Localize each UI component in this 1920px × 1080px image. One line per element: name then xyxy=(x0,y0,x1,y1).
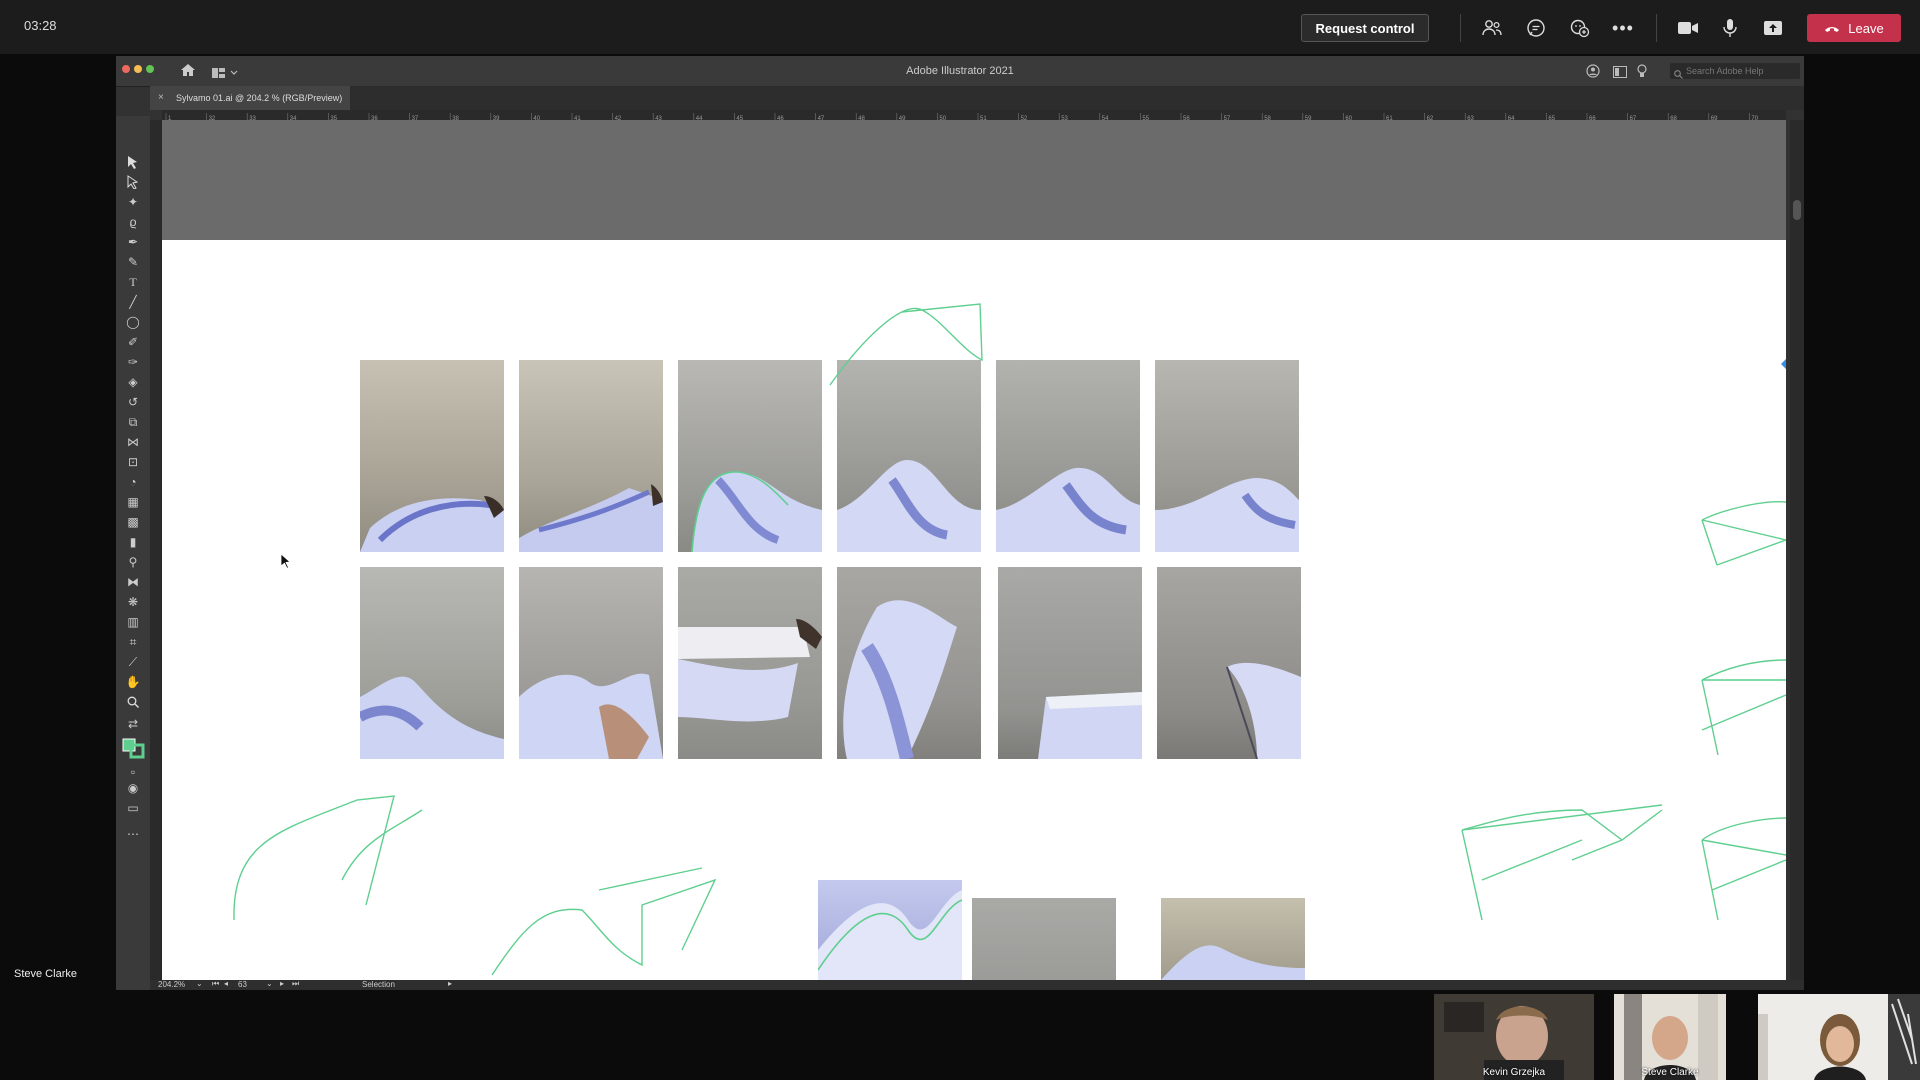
previous-artboard-icon[interactable]: ◂ xyxy=(224,979,228,988)
column-graph-tool-icon[interactable]: ▥ xyxy=(125,614,141,630)
symbol-sprayer-tool-icon[interactable]: ❋ xyxy=(125,594,141,610)
zoom-tool-icon[interactable] xyxy=(125,694,141,710)
presenter-name: Steve Clarke xyxy=(14,968,77,980)
participant-name: Steve Clarke xyxy=(1641,1067,1699,1078)
hang-up-icon xyxy=(1824,21,1840,36)
zoom-dropdown-icon[interactable]: ⌄ xyxy=(196,979,203,988)
first-artboard-icon[interactable]: ⏮ xyxy=(212,979,219,989)
reactions-icon[interactable] xyxy=(1569,17,1591,39)
share-icon[interactable] xyxy=(1762,17,1784,39)
participant-video xyxy=(1758,994,1920,1080)
hand-tool-icon[interactable]: ✋ xyxy=(125,674,141,690)
next-artboard-icon[interactable]: ▸ xyxy=(280,979,284,988)
participant-tile[interactable]: Kevin Grzejka xyxy=(1434,994,1594,1080)
vertical-scrollbar[interactable] xyxy=(1790,120,1804,980)
tools-panel: ✦ ϱ ✒ ✎ T ╱ ◯ ✐ ✑ ◈ ↺ ⧉ ⋈ ⊡ ◔ ▦ ▩ ▮ ⚲ ⧓ … xyxy=(116,116,150,990)
shaper-tool-icon[interactable]: ✑ xyxy=(125,354,141,370)
people-icon[interactable] xyxy=(1481,17,1503,39)
search-icon xyxy=(1674,66,1683,84)
scale-tool-icon[interactable]: ⧉ xyxy=(125,414,141,430)
direct-selection-tool-icon[interactable] xyxy=(125,174,141,190)
toolbar-divider xyxy=(1656,14,1657,42)
close-tab-icon[interactable]: × xyxy=(158,92,164,103)
status-tool-label: Selection xyxy=(362,980,395,989)
ellipse-tool-icon[interactable]: ◯ xyxy=(125,314,141,330)
shape-builder-tool-icon[interactable]: ◔ xyxy=(125,474,141,490)
search-help-input[interactable]: Search Adobe Help xyxy=(1670,63,1800,79)
eyedropper-tool-icon[interactable]: ⚲ xyxy=(125,554,141,570)
screen-mode-icon[interactable]: ▭ xyxy=(125,800,141,816)
zoom-level[interactable]: 204.2% xyxy=(158,980,185,989)
line-tool-icon[interactable]: ╱ xyxy=(125,294,141,310)
gradient-tool-icon[interactable]: ▮ xyxy=(125,534,141,550)
status-menu-icon[interactable]: ▸ xyxy=(448,979,452,988)
chat-icon[interactable] xyxy=(1525,17,1547,39)
document-tab-label: Sylvamo 01.ai @ 204.2 % (RGB/Preview) xyxy=(176,93,343,103)
paintbrush-tool-icon[interactable]: ✐ xyxy=(125,334,141,350)
more-icon[interactable]: ••• xyxy=(1612,17,1634,39)
illustrator-title-bar: Adobe Illustrator 2021 Search Adobe Help xyxy=(116,56,1804,87)
camera-icon[interactable] xyxy=(1677,17,1699,39)
request-control-button[interactable]: Request control xyxy=(1301,14,1429,42)
artboard-number-field[interactable]: 63 xyxy=(238,980,247,989)
fill-stroke-swatch[interactable] xyxy=(120,736,146,760)
edit-toolbar-icon[interactable]: ⋯ xyxy=(125,826,141,842)
color-mode-icon[interactable]: ▫ xyxy=(125,764,141,780)
leave-label: Leave xyxy=(1848,20,1884,36)
free-transform-tool-icon[interactable]: ⊡ xyxy=(125,454,141,470)
app-title: Adobe Illustrator 2021 xyxy=(906,65,1014,77)
meeting-timer: 03:28 xyxy=(24,18,57,33)
sketch-strokes xyxy=(233,303,1786,976)
toolbar-divider xyxy=(1460,14,1461,42)
microphone-icon[interactable] xyxy=(1719,17,1741,39)
blend-tool-icon[interactable]: ⧓ xyxy=(125,574,141,590)
eraser-tool-icon[interactable]: ◈ xyxy=(125,374,141,390)
artboard xyxy=(162,240,1786,980)
lightbulb-icon[interactable] xyxy=(1637,64,1647,83)
mouse-cursor-icon xyxy=(280,553,292,574)
mesh-tool-icon[interactable]: ▩ xyxy=(125,514,141,530)
shared-screen: Adobe Illustrator 2021 Search Adobe Help… xyxy=(116,56,1804,990)
document-tab-bar: × Sylvamo 01.ai @ 204.2 % (RGB/Preview) xyxy=(150,86,1804,110)
lasso-tool-icon[interactable]: ϱ xyxy=(125,214,141,230)
draw-mode-icon[interactable]: ◉ xyxy=(125,780,141,796)
perspective-grid-tool-icon[interactable]: ▦ xyxy=(125,494,141,510)
type-tool-icon[interactable]: T xyxy=(125,274,141,290)
swap-fill-stroke-icon[interactable]: ⇄ xyxy=(125,716,141,732)
curvature-tool-icon[interactable]: ✎ xyxy=(125,254,141,270)
status-bar: 204.2% ⌄ ⏮ ◂ 63 ⌄ ▸ ⏭ Selection ▸ xyxy=(150,979,1804,990)
participant-tile[interactable]: Steve Clarke xyxy=(1614,994,1726,1080)
vertical-ruler xyxy=(150,120,162,980)
pasteboard xyxy=(162,120,1786,240)
tab-document[interactable]: × Sylvamo 01.ai @ 204.2 % (RGB/Preview) xyxy=(150,86,350,110)
participant-tile[interactable] xyxy=(1758,994,1920,1080)
magic-wand-tool-icon[interactable]: ✦ xyxy=(125,194,141,210)
arrange-documents-icon[interactable] xyxy=(1613,65,1627,83)
leave-button[interactable]: Leave xyxy=(1807,14,1901,42)
artboard-tool-icon[interactable]: ⌗ xyxy=(125,634,141,650)
participant-name: Kevin Grzejka xyxy=(1482,1067,1546,1078)
selection-tool-icon[interactable] xyxy=(125,154,141,170)
width-tool-icon[interactable]: ⋈ xyxy=(125,434,141,450)
rotate-tool-icon[interactable]: ↺ xyxy=(125,394,141,410)
account-icon[interactable] xyxy=(1586,64,1600,83)
meeting-top-bar: 03:28 Request control ••• Leave xyxy=(0,0,1920,54)
last-artboard-icon[interactable]: ⏭ xyxy=(292,979,299,989)
scroll-thumb[interactable] xyxy=(1793,200,1801,220)
artboard-dropdown-icon[interactable]: ⌄ xyxy=(266,979,273,988)
slice-tool-icon[interactable]: ⟋ xyxy=(125,654,141,670)
pen-tool-icon[interactable]: ✒ xyxy=(125,234,141,250)
